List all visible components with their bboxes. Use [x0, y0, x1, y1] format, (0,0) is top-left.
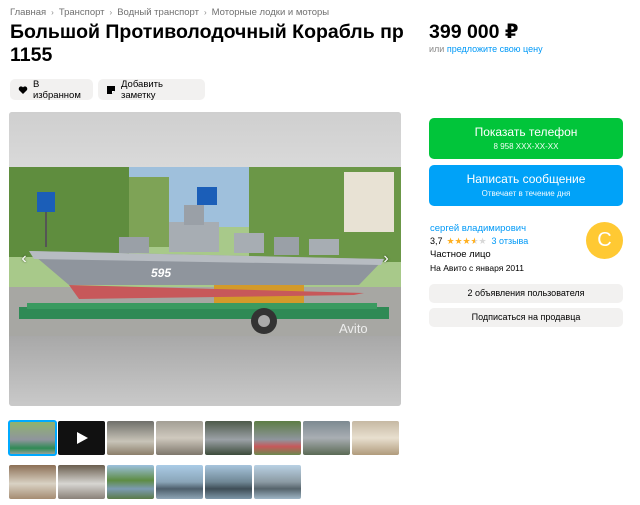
thumbnail[interactable]: [205, 421, 252, 455]
subscribe-seller-button[interactable]: Подписаться на продавца: [429, 308, 623, 327]
add-note-label: Добавить заметку: [121, 78, 163, 101]
avito-watermark: Avito: [339, 321, 368, 336]
rating-value: 3,7: [430, 236, 443, 246]
thumbnail[interactable]: [205, 465, 252, 499]
star-icon: ★: [454, 235, 463, 246]
thumbnail[interactable]: [9, 465, 56, 499]
play-icon: [77, 432, 88, 444]
thumbnail[interactable]: [352, 421, 399, 455]
add-note-button[interactable]: Добавить заметку: [98, 78, 205, 101]
favorite-button[interactable]: В избранном: [10, 78, 93, 101]
next-photo-icon[interactable]: ›: [379, 250, 393, 268]
favorite-label: В избранном: [33, 78, 81, 101]
chevron-right-icon: ›: [109, 8, 113, 17]
video-thumbnail[interactable]: [58, 421, 105, 455]
thumbnail[interactable]: [254, 465, 301, 499]
star-icon: ★: [462, 235, 471, 246]
chevron-right-icon: ›: [51, 8, 54, 17]
response-time: Отвечает в течение дня: [481, 189, 571, 198]
write-message-button[interactable]: Написать сообщение Отвечает в течение дн…: [429, 165, 623, 206]
thumbnail[interactable]: [8, 420, 57, 456]
write-message-label: Написать сообщение: [466, 172, 586, 186]
thumbnail[interactable]: [107, 421, 154, 455]
star-icon: ★: [446, 235, 455, 246]
thumbnail-row: [8, 420, 401, 456]
star-empty-icon: ★: [478, 235, 487, 246]
offer-price-link[interactable]: предложите свою цену: [447, 44, 543, 54]
ship-photo[interactable]: 595 Avito: [9, 167, 401, 337]
price: 399 000 ₽: [429, 21, 519, 43]
thumbnail-row: [9, 465, 401, 499]
reviews-link[interactable]: 3 отзыва: [492, 236, 529, 246]
star-half-icon: ★: [470, 235, 479, 246]
chevron-right-icon: ›: [203, 8, 207, 17]
blurred-background-bottom: [9, 336, 401, 406]
page-title: Большой Противолодочный Корабль пр 1155: [10, 21, 404, 66]
breadcrumb-home[interactable]: Главная: [10, 7, 46, 18]
blurred-background: [9, 112, 401, 167]
thumbnail[interactable]: [58, 465, 105, 499]
breadcrumb-motor-boats[interactable]: Моторные лодки и моторы: [212, 7, 329, 18]
seller-type: Частное лицо: [430, 249, 491, 260]
prev-photo-icon[interactable]: ‹: [17, 250, 31, 268]
seller-since: На Авито с января 2011: [430, 263, 524, 273]
note-icon: [106, 85, 116, 95]
breadcrumb-transport[interactable]: Транспорт: [59, 7, 105, 18]
heart-icon: [18, 85, 28, 95]
thumbnail[interactable]: [156, 421, 203, 455]
breadcrumb: Главная › Транспорт › Водный транспорт ›…: [10, 7, 329, 18]
offer-line: или предложите свою цену: [429, 44, 543, 54]
rating-stars: ★ ★ ★ ★ ★: [446, 235, 487, 246]
seller-name-link[interactable]: сергей владимирович: [430, 223, 526, 234]
seller-ads-button[interactable]: 2 объявления пользователя: [429, 284, 623, 303]
avatar[interactable]: С: [586, 222, 623, 259]
hull-number: 595: [151, 266, 171, 280]
phone-number-masked: 8 958 XXX-XX-XX: [493, 142, 559, 151]
thumbnail[interactable]: [254, 421, 301, 455]
show-phone-button[interactable]: Показать телефон 8 958 XXX-XX-XX: [429, 118, 623, 159]
seller-rating: 3,7 ★ ★ ★ ★ ★ 3 отзыва: [430, 236, 528, 246]
photo-gallery[interactable]: 595 Avito ‹ ›: [9, 112, 401, 406]
thumbnail[interactable]: [156, 465, 203, 499]
show-phone-label: Показать телефон: [474, 125, 578, 139]
offer-prefix: или: [429, 44, 445, 54]
thumbnail[interactable]: [303, 421, 350, 455]
breadcrumb-water-transport[interactable]: Водный транспорт: [117, 7, 199, 18]
thumbnail[interactable]: [107, 465, 154, 499]
